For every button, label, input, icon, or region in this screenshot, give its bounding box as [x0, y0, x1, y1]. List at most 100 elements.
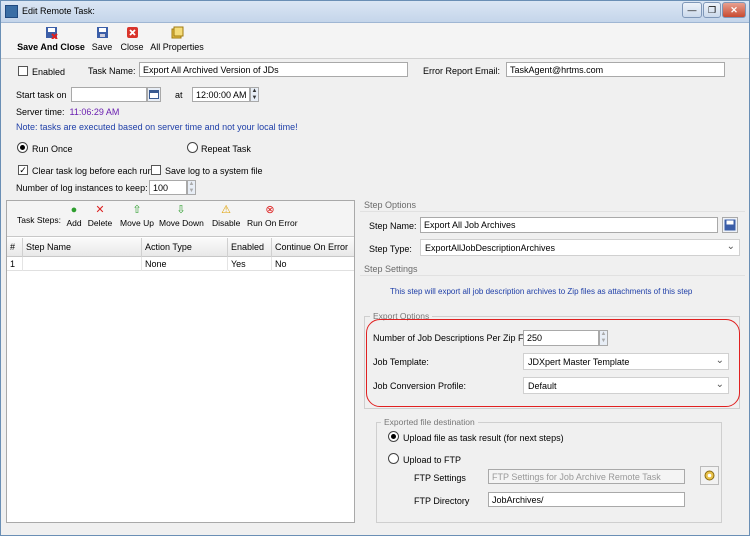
- save-log-checkbox[interactable]: [151, 165, 161, 175]
- move-up-button[interactable]: ⇧ Move Up: [120, 204, 154, 228]
- ftp-directory-input[interactable]: JobArchives/: [488, 492, 685, 507]
- task-name-input[interactable]: Export All Archived Version of JDs: [139, 62, 408, 77]
- all-properties-button[interactable]: All Properties: [149, 26, 205, 52]
- step-name-input[interactable]: Export All Job Archives: [420, 217, 718, 233]
- save-and-close-icon: [45, 27, 58, 39]
- start-date-input[interactable]: [71, 87, 147, 102]
- save-and-close-button[interactable]: Save And Close: [15, 26, 87, 52]
- delete-step-button[interactable]: ✕ Delete: [87, 204, 113, 228]
- at-label: at: [175, 90, 183, 100]
- close-window-button[interactable]: ✕: [722, 2, 746, 18]
- job-template-select[interactable]: JDXpert Master Template ⌄: [523, 353, 729, 370]
- row-step-name: [23, 257, 142, 271]
- close-button[interactable]: Close: [118, 26, 146, 52]
- app-icon: [5, 5, 18, 18]
- step-options-panel: Step Options Step Name: Export All Job A…: [360, 200, 745, 523]
- log-instances-input[interactable]: 100: [149, 180, 187, 195]
- task-name-label: Task Name:: [88, 66, 136, 76]
- grid-header: # Step Name Action Type Enabled Continue…: [7, 238, 354, 257]
- start-time-input[interactable]: 12:00:00 AM: [192, 87, 250, 102]
- save-step-button[interactable]: [722, 217, 738, 233]
- task-steps-panel: Task Steps: ● Add ✕ Delete ⇧ Move Up ⇩ Move …: [6, 200, 355, 523]
- step-settings-description: This step will export all job descriptio…: [390, 287, 693, 296]
- col-header-step-name[interactable]: Step Name: [23, 238, 142, 257]
- repeat-task-label: Repeat Task: [201, 144, 251, 154]
- title-bar: Edit Remote Task: — ❐ ✕: [1, 1, 749, 23]
- ftp-settings-label: FTP Settings: [414, 473, 466, 483]
- run-once-radio[interactable]: [17, 142, 28, 153]
- conversion-profile-select[interactable]: Default ⌄: [523, 377, 729, 394]
- warning-icon: ⚠: [221, 204, 231, 216]
- step-type-label: Step Type:: [369, 244, 412, 254]
- row-action-type: None: [142, 257, 228, 271]
- log-instances-label: Number of log instances to keep:: [16, 183, 148, 193]
- upload-ftp-radio[interactable]: [388, 453, 399, 464]
- error-email-label: Error Report Email:: [423, 66, 501, 76]
- repeat-task-radio[interactable]: [187, 142, 198, 153]
- server-time-note: Note: tasks are executed based on server…: [16, 122, 298, 132]
- run-on-error-button[interactable]: ⊗ Run On Error: [247, 204, 298, 228]
- job-template-label: Job Template:: [373, 357, 429, 367]
- run-once-label: Run Once: [32, 144, 73, 154]
- col-header-number[interactable]: #: [7, 238, 23, 257]
- save-log-label: Save log to a system file: [165, 166, 263, 176]
- col-header-continue-on-error[interactable]: Continue On Error: [272, 238, 354, 257]
- destination-legend: Exported file destination: [381, 417, 478, 427]
- main-toolbar: Save And Close Save Close All Properties: [1, 23, 749, 59]
- row-continue-on-error: No: [275, 259, 287, 269]
- save-icon: [724, 219, 736, 231]
- gear-icon: [704, 470, 715, 481]
- step-options-header: Step Options: [360, 200, 745, 212]
- save-icon: [96, 27, 108, 38]
- log-instances-spinner[interactable]: ▲ ▼: [187, 180, 196, 195]
- chevron-down-icon: ⌄: [726, 241, 735, 252]
- chevron-down-icon: ⌄: [715, 379, 724, 390]
- clear-log-checkbox[interactable]: ✓: [18, 165, 28, 175]
- window-title: Edit Remote Task:: [22, 6, 95, 16]
- row-number: 1: [7, 257, 23, 271]
- ftp-settings-button[interactable]: [700, 466, 719, 485]
- per-zip-input[interactable]: 250: [523, 330, 599, 346]
- ftp-directory-label: FTP Directory: [414, 496, 470, 506]
- add-icon: ●: [70, 204, 78, 216]
- calendar-icon: [149, 90, 159, 99]
- error-icon: ⊗: [265, 204, 275, 216]
- step-type-select[interactable]: ExportAllJobDescriptionArchives ⌄: [420, 239, 740, 256]
- table-row[interactable]: 1 None Yes No: [7, 257, 354, 271]
- add-step-button[interactable]: ● Add: [65, 204, 83, 228]
- arrow-down-icon: ⇩: [176, 204, 186, 216]
- conversion-profile-label: Job Conversion Profile:: [373, 381, 467, 391]
- time-spinner[interactable]: ▲ ▼: [250, 87, 259, 102]
- upload-task-result-radio[interactable]: [388, 431, 399, 442]
- move-down-button[interactable]: ⇩ Move Down: [159, 204, 204, 228]
- upload-ftp-label: Upload to FTP: [403, 455, 462, 465]
- disable-step-button[interactable]: ⚠ Disable: [212, 204, 240, 228]
- edit-remote-task-window: Edit Remote Task: — ❐ ✕ Save And Close S…: [0, 0, 750, 536]
- upload-task-result-label: Upload file as task result (for next ste…: [403, 433, 564, 443]
- arrow-up-icon: ⇧: [132, 204, 142, 216]
- delete-icon: ✕: [95, 204, 105, 216]
- error-email-input[interactable]: TaskAgent@hrtms.com: [506, 62, 725, 77]
- col-header-enabled[interactable]: Enabled: [228, 238, 272, 257]
- step-name-label: Step Name:: [369, 221, 417, 231]
- minimize-button[interactable]: —: [682, 2, 702, 18]
- restore-button[interactable]: ❐: [703, 2, 721, 18]
- enabled-label: Enabled: [32, 67, 66, 77]
- steps-toolbar: Task Steps: ● Add ✕ Delete ⇧ Move Up ⇩ Move …: [7, 201, 354, 237]
- per-zip-label: Number of Job Descriptions Per Zip File:: [373, 333, 536, 343]
- save-button[interactable]: Save: [89, 26, 115, 52]
- calendar-button[interactable]: [147, 87, 161, 102]
- col-header-action-type[interactable]: Action Type: [142, 238, 228, 257]
- per-zip-spinner[interactable]: ▲ ▼: [599, 330, 608, 346]
- chevron-down-icon: ⌄: [715, 355, 724, 366]
- clear-log-label: Clear task log before each run: [32, 166, 153, 176]
- task-steps-label: Task Steps:: [17, 215, 61, 225]
- step-settings-header: Step Settings: [360, 264, 745, 276]
- enabled-checkbox[interactable]: [18, 66, 28, 76]
- ftp-settings-input[interactable]: FTP Settings for Job Archive Remote Task: [488, 469, 685, 484]
- row-enabled: Yes: [228, 257, 272, 271]
- server-time-label: Server time: 11:06:29 AM: [16, 107, 120, 117]
- server-time-value: 11:06:29 AM: [69, 107, 120, 117]
- start-task-label: Start task on: [16, 90, 67, 100]
- close-icon: [126, 27, 138, 38]
